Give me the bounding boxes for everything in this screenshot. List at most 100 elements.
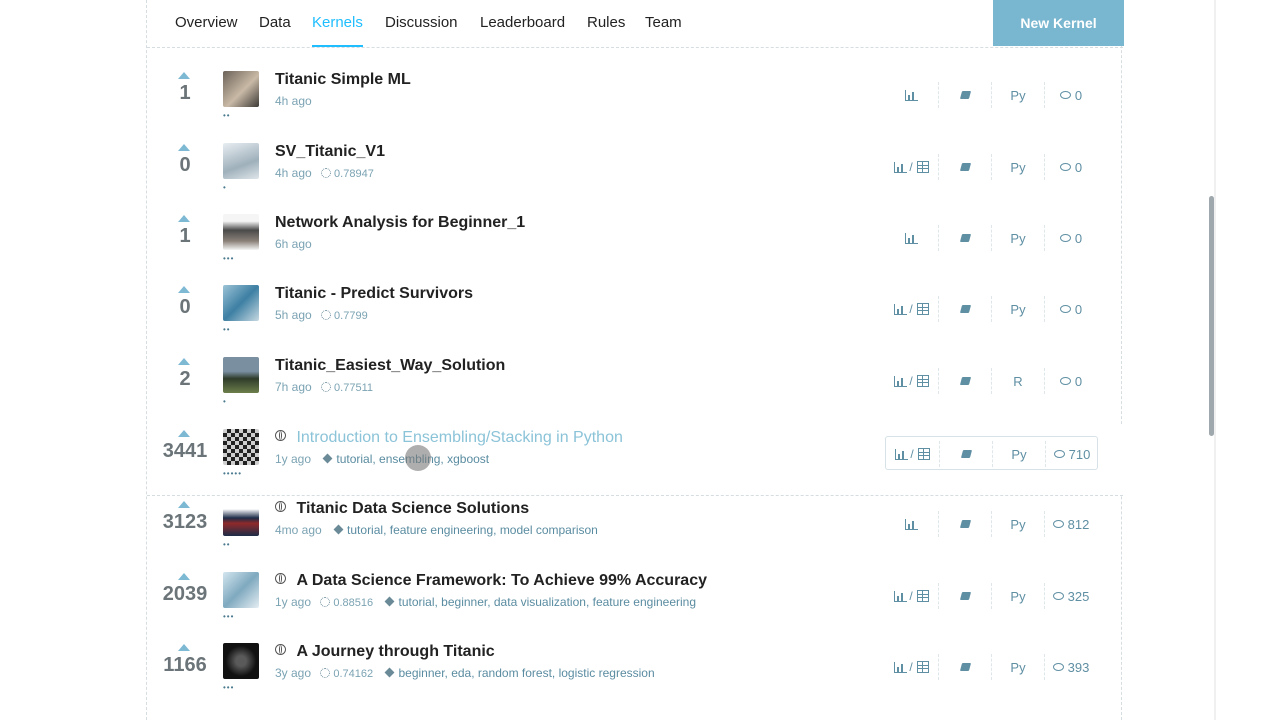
upvote-icon[interactable] <box>178 358 190 365</box>
tab-kernels[interactable]: Kernels <box>312 14 363 47</box>
language-button[interactable]: Py <box>992 650 1044 684</box>
upvote-icon[interactable] <box>178 286 190 293</box>
tab-rules[interactable]: Rules <box>587 14 625 31</box>
kernel-title[interactable]: Titanic Simple ML <box>275 71 411 88</box>
globe-icon <box>275 644 286 656</box>
chart-icon <box>895 448 909 460</box>
comments-button[interactable]: 0 <box>1045 78 1097 112</box>
scrollbar-thumb[interactable] <box>1209 196 1214 436</box>
kernel-title[interactable]: Introduction to Ensembling/Stacking in P… <box>296 429 622 446</box>
language-button[interactable]: Py <box>992 221 1044 255</box>
score-icon <box>321 382 332 393</box>
notebook-button[interactable] <box>939 150 991 184</box>
kernel-row[interactable]: 2039 ••• A Data Science Framework: To Ac… <box>147 567 1123 638</box>
notebook-button[interactable] <box>939 507 991 541</box>
notebook-button[interactable] <box>939 579 991 613</box>
kernel-tags[interactable]: beginner, eda, random forest, logistic r… <box>398 666 654 680</box>
kernel-title[interactable]: Titanic Data Science Solutions <box>296 500 529 517</box>
tab-leaderboard[interactable]: Leaderboard <box>480 14 565 31</box>
kernel-time: 1y ago <box>275 595 312 609</box>
vote-count: 1166 <box>163 654 207 676</box>
notebook-button[interactable] <box>939 292 991 326</box>
kernel-row[interactable]: 1166 ••• A Journey through Titanic 3y ag… <box>147 638 1123 709</box>
author-avatar[interactable] <box>223 143 259 179</box>
output-button[interactable] <box>885 78 938 112</box>
comment-count: 0 <box>1074 301 1083 317</box>
upvote-icon[interactable] <box>178 430 190 437</box>
upvote-icon[interactable] <box>178 501 190 508</box>
comments-button[interactable]: 812 <box>1045 507 1097 541</box>
tab-data[interactable]: Data <box>259 14 291 31</box>
kernel-tags[interactable]: tutorial, beginner, data visualization, … <box>398 595 696 609</box>
upvote-icon[interactable] <box>178 573 190 580</box>
kernel-row[interactable]: 0 •• Titanic - Predict Survivors 5h ago … <box>147 280 1123 351</box>
kernel-tags[interactable]: tutorial, feature engineering, model com… <box>347 523 598 537</box>
language-button[interactable]: Py <box>992 507 1044 541</box>
output-button[interactable]: / <box>885 650 938 684</box>
author-avatar[interactable] <box>223 71 259 107</box>
tab-overview[interactable]: Overview <box>175 14 238 31</box>
author-tier-dots: •• <box>223 325 231 334</box>
kernel-row[interactable]: 2 • Titanic_Easiest_Way_Solution 7h ago … <box>147 352 1123 423</box>
upvote-icon[interactable] <box>178 215 190 222</box>
output-button[interactable] <box>885 507 938 541</box>
kernel-title[interactable]: Titanic_Easiest_Way_Solution <box>275 357 505 374</box>
output-button[interactable]: / <box>885 579 938 613</box>
comments-button[interactable]: 0 <box>1045 150 1097 184</box>
new-kernel-button[interactable]: New Kernel <box>993 0 1124 46</box>
author-avatar[interactable] <box>223 429 259 465</box>
comments-button[interactable]: 0 <box>1045 221 1097 255</box>
language-button[interactable]: R <box>992 364 1044 398</box>
kernel-title[interactable]: Titanic - Predict Survivors <box>275 285 473 302</box>
output-button[interactable]: / <box>885 364 938 398</box>
author-avatar[interactable] <box>223 500 259 536</box>
language-button[interactable]: Py <box>993 437 1045 471</box>
comment-icon <box>1059 163 1071 171</box>
comments-button[interactable]: 393 <box>1045 650 1097 684</box>
kernel-row[interactable]: 1 •• Titanic Simple ML 4h ago Py 0 <box>147 66 1123 137</box>
output-button[interactable]: / <box>886 437 939 471</box>
author-avatar[interactable] <box>223 572 259 608</box>
output-button[interactable]: / <box>885 292 938 326</box>
author-avatar[interactable] <box>223 357 259 393</box>
kernel-title[interactable]: SV_Titanic_V1 <box>275 143 385 160</box>
author-avatar[interactable] <box>223 285 259 321</box>
language-button[interactable]: Py <box>992 579 1044 613</box>
kernel-row[interactable]: 3441 ••••• Introduction to Ensembling/St… <box>147 424 1123 496</box>
kernel-row[interactable]: 0 • SV_Titanic_V1 4h ago 0.78947 / Py 0 <box>147 138 1123 209</box>
tag-icon <box>385 667 395 678</box>
kernel-title[interactable]: Network Analysis for Beginner_1 <box>275 214 525 231</box>
comments-button[interactable]: 0 <box>1045 292 1097 326</box>
left-gutter <box>0 0 146 720</box>
kernel-meta: 6h ago <box>275 237 312 251</box>
notebook-button[interactable] <box>939 78 991 112</box>
kernel-title[interactable]: A Journey through Titanic <box>296 643 494 660</box>
kernel-title[interactable]: A Data Science Framework: To Achieve 99%… <box>296 572 707 589</box>
notebook-button[interactable] <box>939 364 991 398</box>
tab-discussion[interactable]: Discussion <box>385 14 458 31</box>
comments-button[interactable]: 710 <box>1046 437 1098 471</box>
upvote-icon[interactable] <box>178 72 190 79</box>
output-button[interactable]: / <box>885 150 938 184</box>
language-button[interactable]: Py <box>992 78 1044 112</box>
author-avatar[interactable] <box>223 643 259 679</box>
slash-separator: / <box>910 447 914 461</box>
upvote-icon[interactable] <box>178 144 190 151</box>
language-button[interactable]: Py <box>992 150 1044 184</box>
mouse-cursor <box>405 445 431 471</box>
upvote-icon[interactable] <box>178 644 190 651</box>
notebook-icon <box>959 377 971 385</box>
author-avatar[interactable] <box>223 214 259 250</box>
comments-button[interactable]: 0 <box>1045 364 1097 398</box>
language-button[interactable]: Py <box>992 292 1044 326</box>
table-icon <box>916 161 929 173</box>
notebook-button[interactable] <box>939 221 991 255</box>
kernel-time: 3y ago <box>275 666 312 680</box>
kernel-row[interactable]: 1 ••• Network Analysis for Beginner_1 6h… <box>147 209 1123 280</box>
kernel-row[interactable]: 3123 •• Titanic Data Science Solutions 4… <box>147 495 1123 566</box>
notebook-button[interactable] <box>940 437 992 471</box>
comments-button[interactable]: 325 <box>1045 579 1097 613</box>
notebook-button[interactable] <box>939 650 991 684</box>
output-button[interactable] <box>885 221 938 255</box>
tab-team[interactable]: Team <box>645 14 682 31</box>
